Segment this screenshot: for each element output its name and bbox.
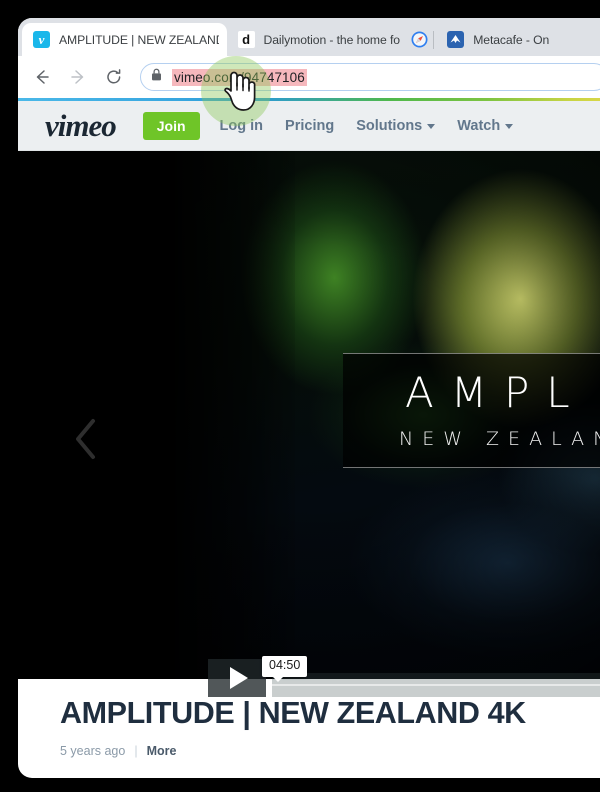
reload-button[interactable] — [100, 63, 128, 91]
nav-label: Log in — [219, 117, 264, 134]
play-button[interactable] — [208, 659, 266, 697]
nav-link-pricing[interactable]: Pricing — [285, 118, 334, 134]
video-age: 5 years ago — [60, 743, 126, 758]
chevron-left-icon — [76, 419, 95, 459]
vimeo-site-nav: vimeo Join Log in Pricing Solutions Watc… — [18, 101, 600, 151]
url-text: vimeo.com/94747106 — [172, 68, 307, 86]
lock-icon — [151, 68, 162, 86]
metacafe-favicon — [447, 31, 465, 48]
nav-link-solutions[interactable]: Solutions — [356, 117, 436, 134]
browser-window: v AMPLITUDE | NEW ZEALAND 4K d Dailymoti… — [18, 18, 600, 778]
page-title: AMPLITUDE | NEW ZEALAND 4K — [60, 696, 526, 730]
previous-video-button[interactable] — [68, 413, 104, 465]
title-card-main-text: AMPL — [405, 368, 587, 417]
address-bar[interactable]: vimeo.com/94747106 — [140, 63, 600, 91]
nav-link-login[interactable]: Log in — [220, 118, 264, 134]
screen: v AMPLITUDE | NEW ZEALAND 4K d Dailymoti… — [0, 0, 600, 792]
video-title-card: AMPL NEW ZEALAN — [343, 353, 600, 468]
forward-arrow-icon — [71, 70, 84, 84]
nav-label: Watch — [457, 117, 501, 134]
page-content: vimeo Join Log in Pricing Solutions Watc… — [18, 98, 600, 758]
tab-title: Dailymotion - the home for vide — [263, 32, 401, 47]
back-arrow-icon — [36, 70, 49, 84]
nav-label: Pricing — [285, 117, 335, 134]
join-button[interactable]: Join — [142, 111, 200, 140]
browser-tab-vimeo[interactable]: v AMPLITUDE | NEW ZEALAND 4K — [22, 23, 227, 56]
back-button[interactable] — [28, 63, 56, 91]
vimeo-logo[interactable]: vimeo — [45, 110, 117, 141]
play-icon — [230, 667, 248, 689]
safari-icon — [411, 31, 428, 48]
reload-icon — [107, 69, 121, 84]
video-progress-bar[interactable] — [272, 673, 600, 697]
browser-tab-dailymotion[interactable]: d Dailymotion - the home for vide — [226, 23, 409, 56]
browser-tab-metacafe[interactable]: Metacafe - On — [436, 23, 600, 56]
chevron-down-icon — [427, 124, 436, 129]
progress-track — [272, 684, 600, 686]
browser-toolbar: vimeo.com/94747106 — [18, 56, 600, 98]
video-meta: 5 years ago | More — [60, 744, 576, 758]
tab-title: AMPLITUDE | NEW ZEALAND 4K — [59, 32, 219, 47]
chevron-down-icon — [505, 124, 514, 129]
tab-divider — [433, 31, 435, 49]
title-card-sub-text: NEW ZEALAN — [399, 428, 600, 450]
more-link[interactable]: More — [147, 744, 177, 758]
tab-strip: v AMPLITUDE | NEW ZEALAND 4K d Dailymoti… — [18, 18, 600, 56]
time-tooltip: 04:50 — [262, 656, 308, 682]
tab-title: Metacafe - On — [473, 32, 550, 47]
dailymotion-favicon: d — [237, 31, 255, 48]
nav-link-watch[interactable]: Watch — [457, 117, 514, 134]
forward-button[interactable] — [64, 63, 92, 91]
video-player[interactable]: AMPL NEW ZEALAN — [18, 151, 600, 679]
nav-label: Solutions — [356, 117, 423, 134]
vimeo-favicon: v — [33, 31, 50, 48]
meta-separator: | — [134, 743, 138, 758]
